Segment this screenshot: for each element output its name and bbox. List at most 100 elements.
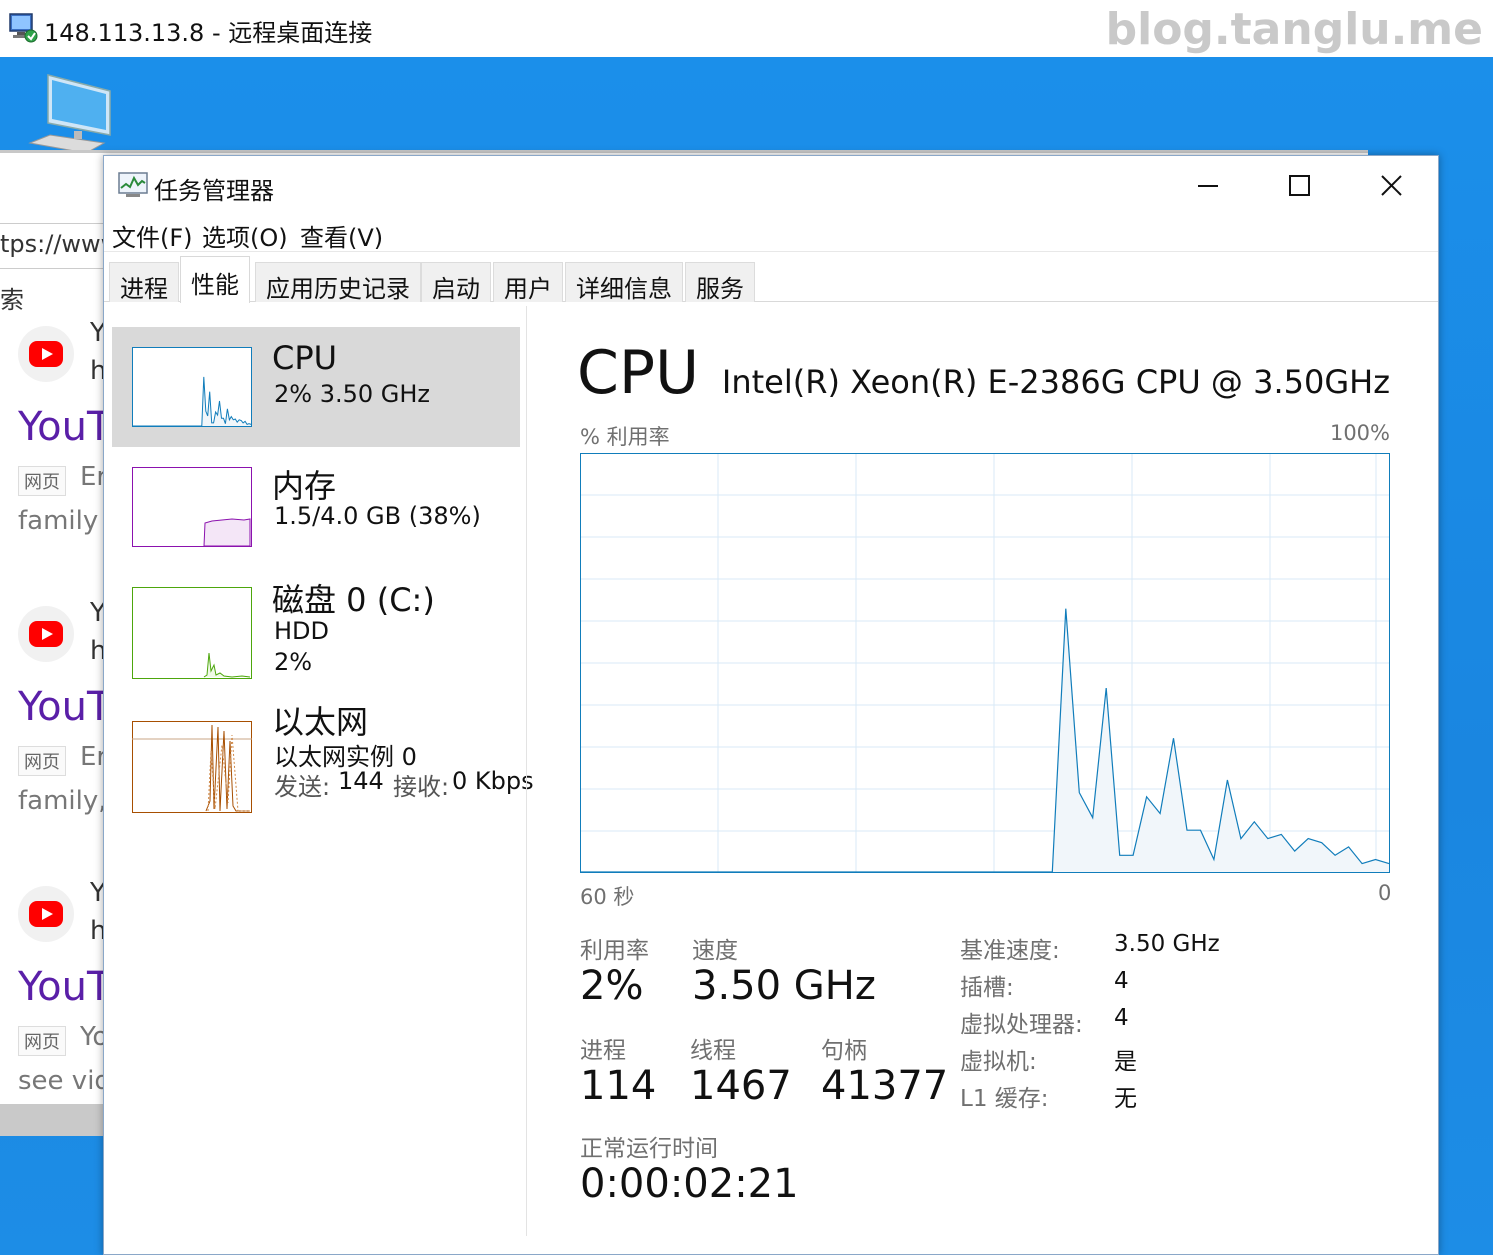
- speed-value: 3.50 GHz: [692, 963, 876, 1009]
- resource-cpu[interactable]: CPU 2% 3.50 GHz: [112, 327, 520, 447]
- virtual-machine-label: 虚拟机:: [960, 1049, 1037, 1075]
- window-title: 任务管理器: [154, 177, 274, 205]
- l1-cache-label: L1 缓存:: [960, 1086, 1049, 1112]
- uptime-label: 正常运行时间: [580, 1136, 718, 1162]
- l1-cache-value: 无: [1114, 1086, 1137, 1112]
- graph-x-end-label: 0: [1378, 881, 1392, 905]
- tab-services[interactable]: 服务: [685, 262, 755, 303]
- search-result[interactable]: Y h YouT 网页 Er family a: [0, 318, 104, 558]
- tab-bar: 进程 性能 应用历史记录 启动 用户 详细信息 服务: [104, 256, 1438, 303]
- result-snippet: Er: [80, 462, 104, 492]
- cpu-utilization-graph: [580, 453, 1390, 873]
- graph-y-max: 100%: [1329, 421, 1390, 445]
- virtual-machine-value: 是: [1114, 1049, 1137, 1075]
- virtual-processors-value: 4: [1114, 1005, 1129, 1031]
- sockets-value: 4: [1114, 968, 1129, 994]
- result-snippet: Yo: [80, 1022, 104, 1052]
- result-description: family,: [18, 786, 104, 816]
- youtube-icon: [18, 326, 74, 382]
- tab-app-history[interactable]: 应用历史记录: [255, 262, 421, 303]
- threads-value: 1467: [690, 1063, 792, 1109]
- result-tag: 网页: [18, 746, 66, 776]
- panel-divider[interactable]: [526, 306, 527, 1236]
- result-site-name: Y: [90, 598, 104, 628]
- base-speed-label: 基准速度:: [960, 938, 1060, 964]
- result-site-name: Y: [90, 318, 104, 348]
- result-site-url: h: [90, 356, 104, 386]
- base-speed-value: 3.50 GHz: [1114, 931, 1220, 957]
- handles-label: 句柄: [821, 1038, 867, 1064]
- sockets-label: 插槽:: [960, 975, 1014, 1001]
- resource-name: 磁盘 0 (C:): [272, 581, 435, 619]
- processes-label: 进程: [580, 1038, 626, 1064]
- this-pc-desktop-icon[interactable]: [26, 73, 112, 153]
- rdp-title-bar: 148.113.13.8 - 远程桌面连接 blog.tanglu.me: [0, 0, 1493, 57]
- result-description: see vid: [18, 1066, 104, 1096]
- resource-detail: 1.5/4.0 GB (38%): [274, 502, 481, 530]
- tab-users[interactable]: 用户: [493, 262, 563, 303]
- receive-value: 0 Kbps: [452, 767, 534, 795]
- tab-startup[interactable]: 启动: [421, 262, 491, 303]
- utilization-label: 利用率: [580, 938, 649, 964]
- menu-options[interactable]: 选项(O): [202, 218, 288, 253]
- resource-list: CPU 2% 3.50 GHz 内存 1.5/4.0 GB (38%) 磁盘 0…: [104, 303, 534, 1255]
- graph-y-label: % 利用率: [580, 425, 670, 449]
- task-manager-window: 任务管理器 文件(F) 选项(O) 查看(V) 进程 性能 应用历史记录 启动 …: [103, 155, 1439, 1255]
- rdp-window-title: 148.113.13.8 - 远程桌面连接: [44, 19, 373, 47]
- handles-value: 41377: [821, 1063, 949, 1109]
- resource-type: HDD: [274, 617, 330, 645]
- search-result[interactable]: Y h YouT 网页 Yo see vid: [0, 878, 104, 1118]
- menu-view[interactable]: 查看(V): [300, 218, 383, 253]
- receive-label: 接收:: [393, 773, 450, 801]
- result-title[interactable]: YouT: [18, 404, 104, 450]
- result-title[interactable]: YouT: [18, 684, 104, 730]
- maximize-button[interactable]: [1275, 164, 1323, 208]
- tab-processes[interactable]: 进程: [109, 262, 179, 303]
- resource-memory[interactable]: 内存 1.5/4.0 GB (38%): [112, 447, 520, 567]
- resource-name: CPU: [272, 339, 338, 377]
- remote-desktop-icon: [9, 13, 38, 43]
- cpu-detail-panel: CPU Intel(R) Xeon(R) E-2386G CPU @ 3.50G…: [544, 303, 1424, 1255]
- send-value: 144: [338, 767, 384, 795]
- minimize-button[interactable]: [1184, 164, 1232, 208]
- resource-detail: 2%: [274, 648, 313, 676]
- uptime-value: 0:00:02:21: [580, 1161, 799, 1207]
- tab-performance[interactable]: 性能: [180, 256, 250, 303]
- menu-bar: 文件(F) 选项(O) 查看(V): [104, 214, 1438, 252]
- task-manager-title-bar[interactable]: 任务管理器: [104, 156, 1438, 214]
- cpu-model: Intel(R) Xeon(R) E-2386G CPU @ 3.50GHz: [721, 363, 1390, 401]
- result-description: family a: [18, 506, 104, 536]
- close-button[interactable]: [1368, 164, 1416, 208]
- threads-label: 线程: [690, 1038, 736, 1064]
- resource-disk[interactable]: 磁盘 0 (C:) HDD 2%: [112, 567, 520, 687]
- graph-x-start-label: 60 秒: [580, 885, 635, 909]
- disk-thumbnail-graph: [132, 587, 252, 679]
- result-tag: 网页: [18, 466, 66, 496]
- result-snippet: Er: [80, 742, 104, 772]
- youtube-icon: [18, 606, 74, 662]
- detail-heading: CPU: [577, 338, 699, 408]
- resource-detail: 2% 3.50 GHz: [274, 380, 431, 408]
- watermark: blog.tanglu.me: [1105, 4, 1483, 55]
- menu-file[interactable]: 文件(F): [112, 218, 193, 253]
- search-result[interactable]: Y h YouT 网页 Er family,: [0, 598, 104, 838]
- result-tag: 网页: [18, 1026, 66, 1056]
- result-site-url: h: [90, 636, 104, 666]
- resource-ethernet[interactable]: 以太网 以太网实例 0 发送: 144 接收: 0 Kbps: [112, 701, 534, 821]
- result-site-url: h: [90, 916, 104, 946]
- resource-name: 内存: [272, 467, 337, 505]
- processes-value: 114: [580, 1063, 657, 1109]
- task-manager-icon: [118, 172, 148, 197]
- tab-details[interactable]: 详细信息: [565, 262, 683, 303]
- youtube-icon: [18, 886, 74, 942]
- virtual-processors-label: 虚拟处理器:: [960, 1012, 1083, 1038]
- send-label: 发送:: [274, 773, 331, 801]
- cpu-thumbnail-graph: [132, 347, 252, 427]
- ethernet-thumbnail-graph: [132, 721, 252, 813]
- speed-label: 速度: [692, 938, 738, 964]
- memory-thumbnail-graph: [132, 467, 252, 547]
- browser-address-bar[interactable]: tps://www: [0, 223, 104, 269]
- result-site-name: Y: [90, 878, 104, 908]
- browser-footer: [0, 1104, 104, 1136]
- result-title[interactable]: YouT: [18, 964, 104, 1010]
